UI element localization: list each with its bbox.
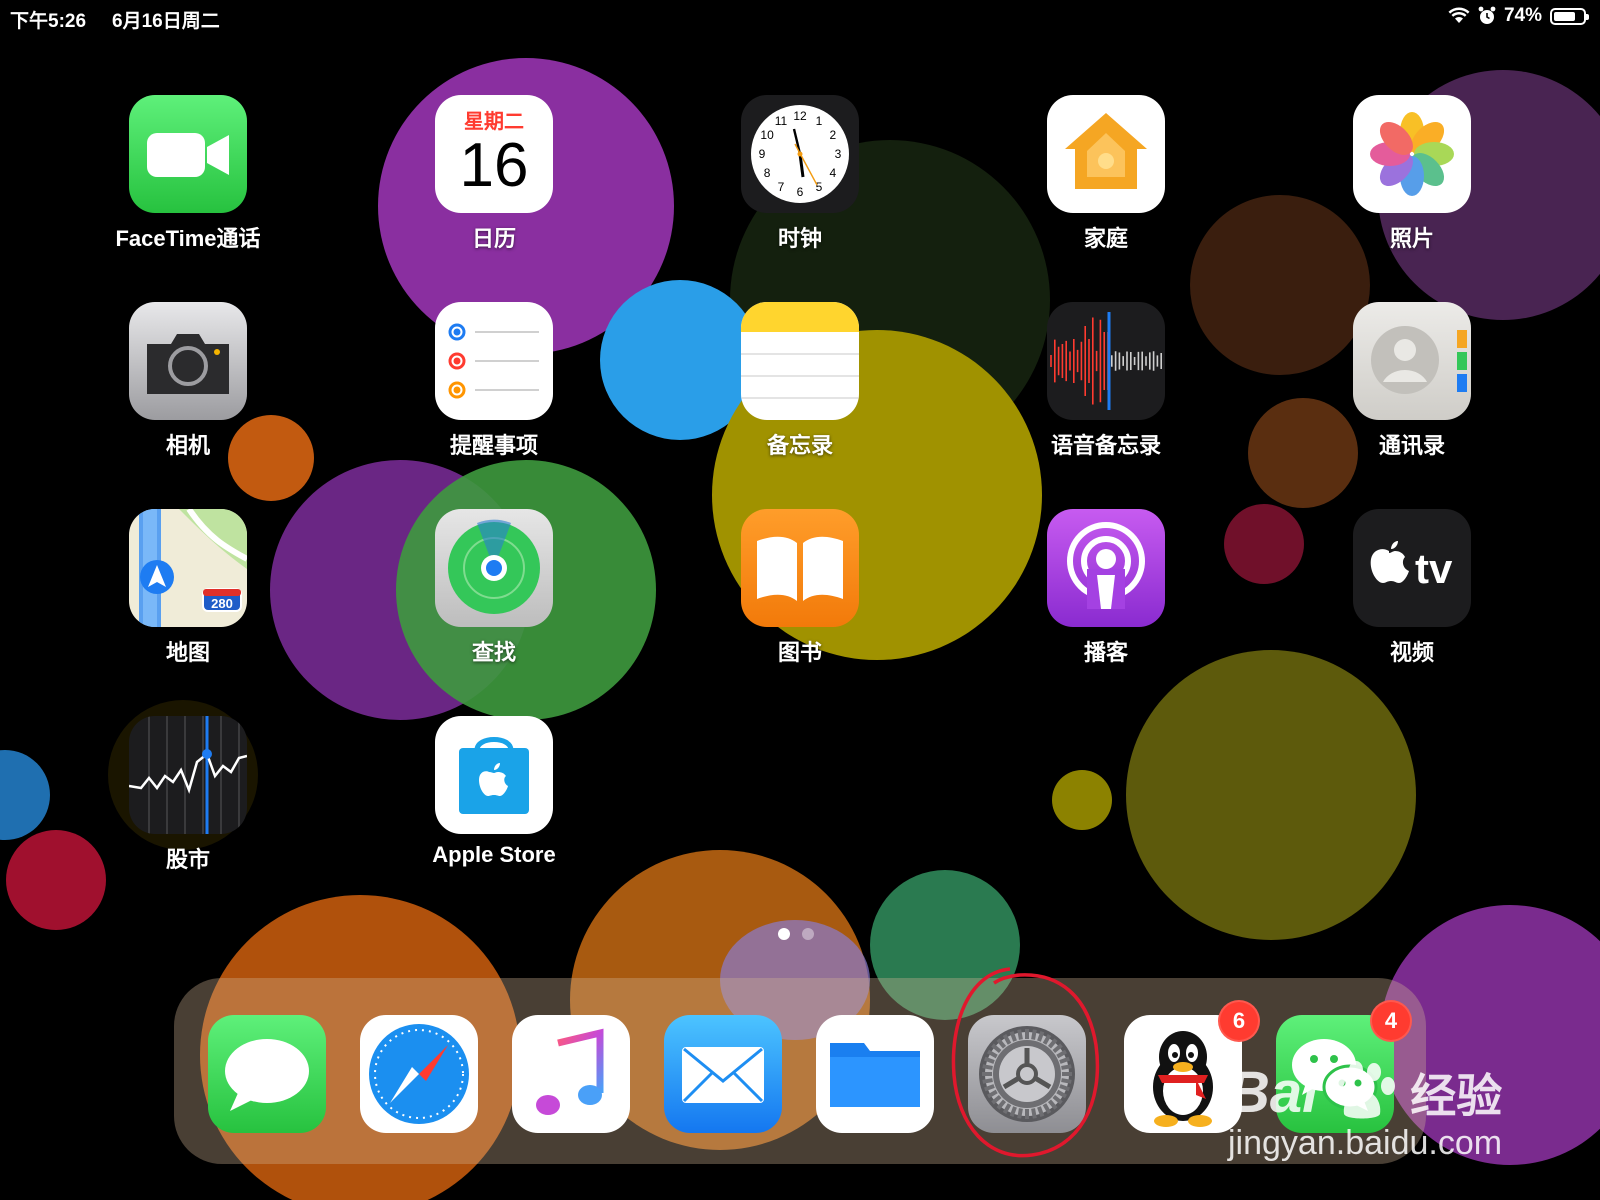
app-notes[interactable]: 备忘录	[700, 302, 900, 460]
notes-icon	[741, 302, 859, 420]
battery-percent: 74%	[1503, 5, 1542, 26]
annotation-circle	[951, 967, 1100, 1158]
app-label: 日历	[471, 226, 516, 251]
app-contacts[interactable]: 通讯录	[1312, 302, 1512, 460]
app-label: 地图	[165, 640, 210, 665]
clock-number: 9	[759, 147, 766, 161]
safari-icon[interactable]	[360, 1015, 478, 1133]
app-label: 备忘录	[766, 433, 833, 458]
app-photos[interactable]: 照片	[1312, 95, 1512, 253]
watermark-url: jingyan.baidu.com	[1228, 1124, 1503, 1162]
baidu-paw-icon	[1331, 1061, 1396, 1119]
apple-tv-icon: tv	[1353, 509, 1471, 627]
app-label: 家庭	[1083, 226, 1128, 251]
ipad-home-screen: 下午5:26 6月16日周二 74% FaceTime通话 星期二 16 日历 …	[0, 0, 1600, 1200]
app-tv[interactable]: tv 视频	[1312, 509, 1512, 667]
baidu-watermark: Bai 经验 jingyan.baidu.com	[1228, 1060, 1502, 1163]
watermark-brand-latin: Bai	[1228, 1060, 1319, 1125]
calendar-weekday: 星期二	[464, 111, 524, 133]
wifi-icon	[1448, 7, 1470, 23]
app-camera[interactable]: 相机	[88, 302, 288, 460]
app-label: FaceTime通话	[115, 226, 261, 251]
app-label: 股市	[165, 847, 210, 872]
messages-icon[interactable]	[208, 1015, 326, 1133]
app-reminders[interactable]: 提醒事项	[394, 302, 594, 460]
app-label: 时钟	[777, 226, 822, 251]
clock-number: 3	[835, 147, 842, 161]
app-label: 通讯录	[1378, 433, 1445, 458]
find-my-icon	[435, 509, 553, 627]
page-dot-1[interactable]	[778, 928, 790, 940]
watermark-brand-cn: 经验	[1410, 1070, 1503, 1122]
app-calendar[interactable]: 星期二 16 日历	[394, 95, 594, 253]
books-icon	[741, 509, 859, 627]
page-indicator[interactable]	[778, 928, 814, 940]
status-time: 下午5:26	[10, 11, 87, 32]
files-icon[interactable]	[816, 1015, 934, 1133]
app-maps[interactable]: 280 地图	[88, 509, 288, 667]
app-label: 语音备忘录	[1050, 433, 1161, 458]
reminders-icon	[435, 302, 553, 420]
app-label: 图书	[777, 640, 822, 665]
page-dot-2[interactable]	[802, 928, 814, 940]
wechat-badge: 4	[1370, 1000, 1412, 1042]
maps-shield-number: 280	[211, 596, 233, 611]
app-find-my[interactable]: 查找	[394, 509, 594, 667]
apple-store-icon	[435, 716, 553, 834]
app-label: 视频	[1389, 640, 1434, 665]
status-date: 6月16日周二	[112, 11, 220, 32]
clock-number: 4	[830, 166, 837, 180]
clock-number: 6	[797, 185, 804, 199]
app-label: 播客	[1083, 640, 1128, 665]
photos-icon	[1353, 95, 1471, 213]
podcasts-icon	[1047, 509, 1165, 627]
app-voice-memos[interactable]: 语音备忘录	[1006, 302, 1206, 460]
app-label: 相机	[165, 433, 210, 458]
calendar-day: 16	[459, 131, 529, 200]
battery-icon	[1550, 7, 1589, 25]
alarm-icon	[1478, 6, 1496, 24]
app-podcasts[interactable]: 播客	[1006, 509, 1206, 667]
app-label: 照片	[1389, 226, 1434, 251]
app-home[interactable]: 家庭	[1006, 95, 1206, 253]
facetime-icon	[129, 95, 247, 213]
clock-number: 11	[775, 114, 788, 128]
clock-number: 1	[816, 114, 823, 128]
mail-icon[interactable]	[664, 1015, 782, 1133]
music-icon[interactable]	[512, 1015, 630, 1133]
calendar-icon: 星期二 16	[435, 95, 553, 213]
stocks-icon	[129, 716, 247, 834]
qq-badge: 6	[1218, 1000, 1260, 1042]
home-icon	[1047, 95, 1165, 213]
maps-icon: 280	[129, 509, 247, 627]
clock-number: 10	[760, 128, 774, 142]
contacts-icon	[1353, 302, 1471, 420]
clock-number: 12	[793, 109, 807, 123]
clock-number: 2	[830, 128, 837, 142]
camera-icon	[129, 302, 247, 420]
app-stocks[interactable]: 股市	[88, 716, 288, 874]
app-facetime[interactable]: FaceTime通话	[88, 95, 288, 253]
app-books[interactable]: 图书	[700, 509, 900, 667]
app-clock[interactable]: 12 1 2 3 4 5 6 7 8 9 10 11 时钟	[700, 95, 900, 253]
clock-icon: 12 1 2 3 4 5 6 7 8 9 10 11	[741, 95, 859, 213]
clock-number: 7	[778, 180, 785, 194]
clock-number: 5	[816, 180, 823, 194]
app-label: 查找	[471, 640, 516, 665]
clock-number: 8	[764, 166, 771, 180]
status-bar: 下午5:26 6月16日周二 74%	[0, 0, 1600, 34]
app-label: Apple Store	[432, 842, 556, 867]
app-label: 提醒事项	[449, 433, 538, 458]
voice-memos-icon	[1047, 302, 1165, 420]
app-apple-store[interactable]: Apple Store	[394, 716, 594, 868]
tv-text: tv	[1415, 545, 1453, 592]
